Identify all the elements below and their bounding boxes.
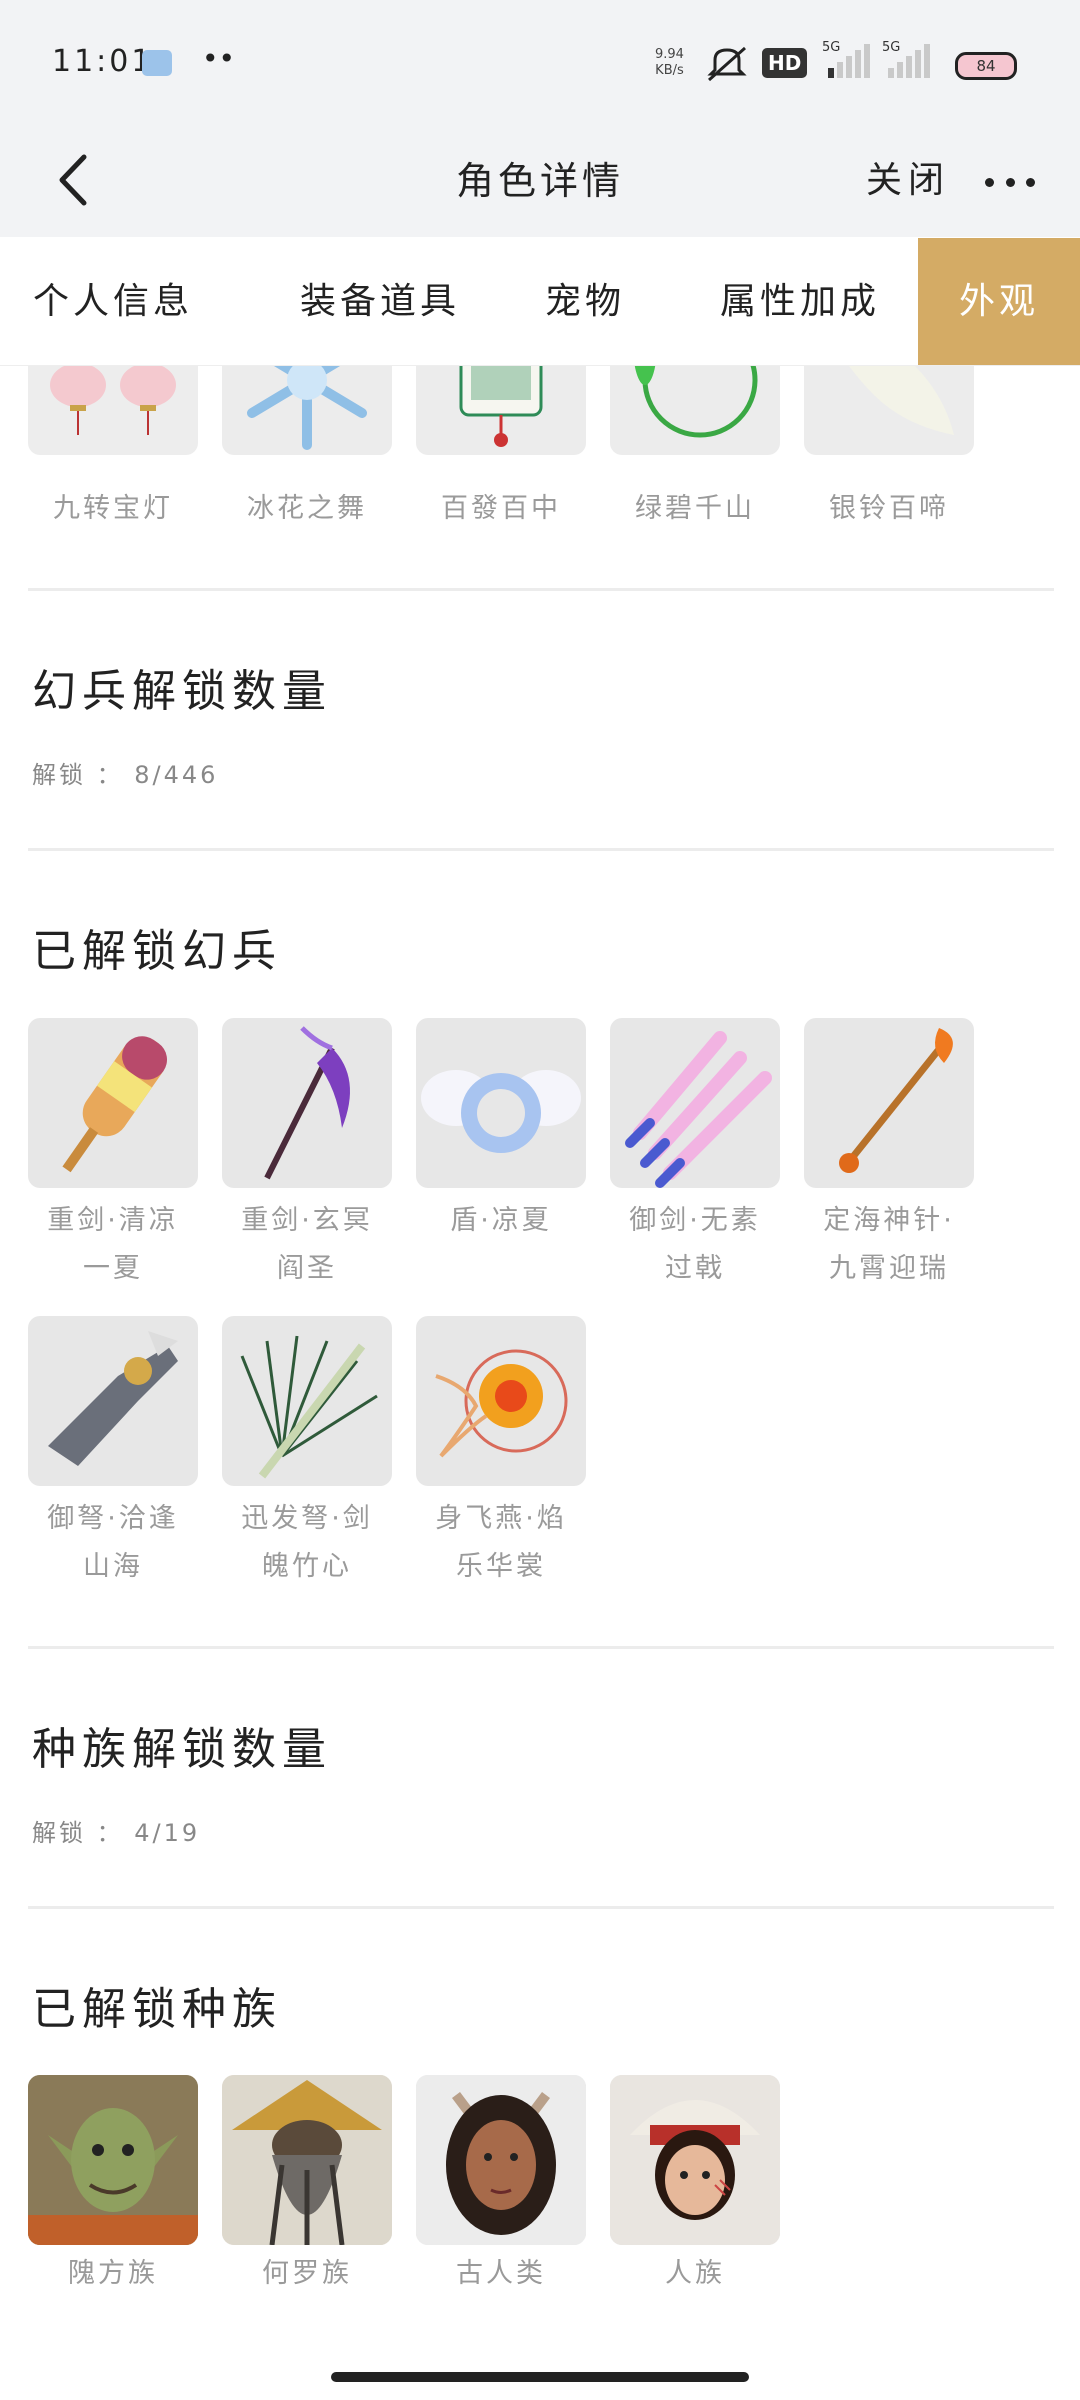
race-tile[interactable]: [222, 2075, 392, 2245]
race-label: 何罗族: [262, 2258, 352, 2289]
race-label: 隗方族: [68, 2258, 158, 2289]
weapon-tile[interactable]: [804, 1018, 974, 1188]
race-label: 古人类: [456, 2258, 546, 2289]
race-unlock-title: 种族解锁数量: [32, 1724, 332, 1775]
human-portrait-icon: [610, 2075, 780, 2245]
item-tile[interactable]: [222, 365, 392, 455]
tab-pets[interactable]: 宠物: [525, 238, 645, 365]
item-tile[interactable]: [804, 365, 974, 455]
triple-sword-icon: [625, 1031, 772, 1188]
tab-personal-info[interactable]: 个人信息: [18, 238, 208, 365]
scythe-icon: [264, 1026, 350, 1180]
item-label: 九转宝灯: [53, 493, 173, 524]
divider: [28, 1646, 1054, 1649]
status-bar: 11:01 •• 9.94 KB/s HD 5G 5G 84: [0, 0, 1080, 125]
item-tile[interactable]: [610, 365, 780, 455]
lantern-icon: [50, 365, 176, 435]
hermit-portrait-icon: [222, 2075, 392, 2245]
notification-icon: [142, 50, 172, 76]
divider: [28, 588, 1054, 591]
item-tile[interactable]: [28, 365, 198, 455]
winged-ring-icon: [421, 1070, 581, 1153]
weapon-label: 御剑·无素 过戟: [629, 1205, 761, 1284]
fan-crossbow-icon: [240, 1335, 378, 1479]
weapon-tile[interactable]: [416, 1316, 586, 1486]
weapon-tile[interactable]: [222, 1316, 392, 1486]
weapon-label: 御弩·洽逢 山海: [47, 1503, 179, 1582]
popsicle-sword-icon: [62, 1036, 168, 1173]
tab-equipment[interactable]: 装备道具: [280, 238, 480, 365]
crossbow-icon: [48, 1331, 178, 1466]
battery-level: 84: [976, 57, 996, 75]
weapon-tile[interactable]: [28, 1316, 198, 1486]
item-tile[interactable]: [416, 365, 586, 455]
white-bird-icon: [848, 365, 954, 435]
weapon-tile[interactable]: [416, 1018, 586, 1188]
flame-wheel-icon: [435, 1349, 568, 1458]
weapon-label: 重剑·玄冥 阎圣: [241, 1205, 373, 1284]
mute-icon: [707, 46, 747, 82]
unlocked-races-title: 已解锁种族: [32, 1984, 282, 2035]
status-time: 11:01: [52, 44, 154, 79]
ancient-human-portrait-icon: [416, 2075, 586, 2245]
race-tile[interactable]: [416, 2075, 586, 2245]
net-speed: 9.94 KB/s: [655, 47, 684, 79]
signal-icon-2: 5G: [880, 40, 936, 82]
race-unlock-count: 解锁 ： 4/19: [32, 1819, 201, 1847]
snowflake-icon: [247, 365, 367, 450]
unlocked-weapons-title: 已解锁幻兵: [32, 926, 282, 977]
weapon-tile[interactable]: [610, 1018, 780, 1188]
weapon-tile[interactable]: [28, 1018, 198, 1188]
net-speed-value: 9.94: [655, 47, 684, 62]
weapon-unlock-title: 幻兵解锁数量: [32, 666, 332, 717]
golden-staff-icon: [839, 1028, 953, 1173]
divider: [28, 1906, 1054, 1909]
back-arrow-icon[interactable]: [50, 145, 100, 215]
more-options-icon[interactable]: [985, 157, 1035, 207]
item-label: 绿碧千山: [635, 493, 755, 524]
appearance-content: 九转宝灯 冰花之舞 百發百中 绿碧千山 银铃百啼 幻兵解锁数量 解锁 ： 8/4…: [0, 365, 1080, 2350]
home-indicator[interactable]: [331, 2372, 749, 2382]
weapon-label: 盾·凉夏: [450, 1205, 552, 1236]
net-speed-unit: KB/s: [655, 63, 684, 78]
weapon-label: 重剑·清凉 一夏: [47, 1205, 179, 1284]
nav-bar: 角色详情 关闭: [0, 125, 1080, 237]
tab-bar: 个人信息 装备道具 宠物 属性加成 外观: [0, 238, 1080, 366]
weapon-label: 身飞燕·焰 乐华裳: [435, 1503, 567, 1582]
signal-icon: 5G: [820, 40, 876, 82]
green-ring-icon: [634, 365, 758, 438]
tab-appearance[interactable]: 外观: [918, 238, 1080, 365]
tab-attributes[interactable]: 属性加成: [700, 238, 900, 365]
mahjong-tile-icon: [459, 365, 543, 447]
item-label: 冰花之舞: [247, 493, 367, 524]
weapon-tile[interactable]: [222, 1018, 392, 1188]
race-label: 人族: [665, 2258, 725, 2289]
divider: [28, 848, 1054, 851]
weapon-label: 定海神针· 九霄迎瑞: [823, 1205, 955, 1284]
weapon-label: 迅发弩·剑 魄竹心: [241, 1503, 373, 1582]
hd-badge: HD: [762, 48, 808, 78]
weapon-unlock-count: 解锁 ： 8/446: [32, 761, 219, 789]
race-tile[interactable]: [28, 2075, 198, 2245]
battery-icon: 84: [955, 52, 1017, 80]
race-tile[interactable]: [610, 2075, 780, 2245]
item-label: 百發百中: [441, 493, 561, 524]
more-notifications-icon: ••: [202, 42, 236, 75]
item-label: 银铃百啼: [829, 493, 949, 524]
close-button[interactable]: 关闭: [866, 125, 950, 237]
goblin-portrait-icon: [28, 2075, 198, 2245]
